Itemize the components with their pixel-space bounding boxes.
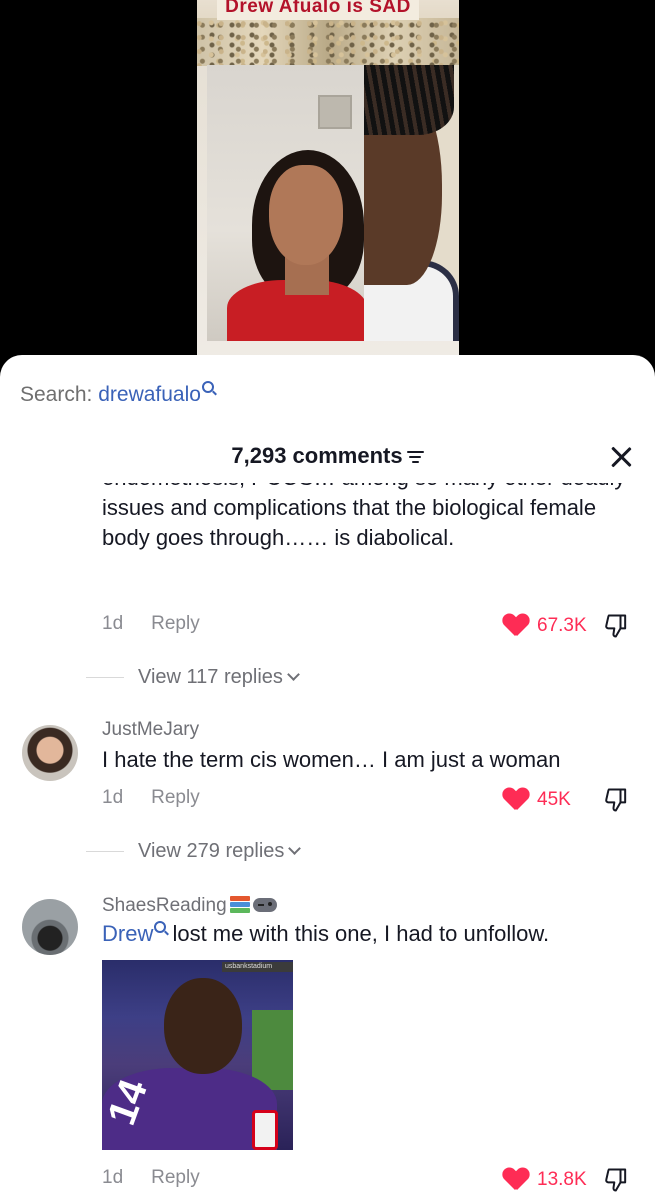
like-count: 67.3K <box>537 615 587 636</box>
comment-text: endometriosis, PCOS… among so many other… <box>102 483 625 550</box>
video-frame: Drew Afualo is SAD <box>197 0 459 380</box>
like-heart-icon[interactable] <box>503 788 529 812</box>
comments-sheet: Search: drewafualo 7,293 comments endome… <box>0 355 655 1200</box>
chevron-down-icon <box>288 842 302 855</box>
dislike-icon[interactable] <box>603 1166 631 1194</box>
mention-link[interactable]: Drew <box>102 921 153 946</box>
view-replies-button[interactable]: View 117 replies <box>86 666 300 689</box>
like-count: 45K <box>537 789 571 810</box>
sort-filter-icon[interactable] <box>406 450 424 464</box>
reply-button[interactable]: Reply <box>151 787 200 808</box>
video-right-camera <box>364 65 459 341</box>
video-title-overlay: Drew Afualo is SAD <box>217 0 419 20</box>
books-emoji-icon <box>229 896 251 914</box>
chevron-down-icon <box>287 668 300 681</box>
comment-username[interactable]: ShaesReading <box>102 893 277 917</box>
comment-age: 1d <box>102 613 124 634</box>
video-player[interactable]: Drew Afualo is SAD <box>0 0 655 380</box>
avatar[interactable] <box>22 725 78 781</box>
close-icon[interactable] <box>610 446 632 468</box>
stadium-banner: usbankstadium <box>222 962 293 972</box>
comment-image-attachment[interactable]: usbankstadium 14 <box>102 960 293 1150</box>
video-glitter-banner <box>197 18 459 66</box>
view-replies-button[interactable]: View 279 replies <box>86 840 302 863</box>
comment-meta: 1d Reply <box>102 1167 200 1189</box>
microphone <box>252 1110 278 1150</box>
search-icon <box>154 921 167 933</box>
like-heart-icon[interactable] <box>503 614 529 638</box>
comments-count: 7,293 comments <box>231 443 403 468</box>
comment-meta: 1d Reply <box>102 613 200 635</box>
game-controller-emoji-icon <box>252 898 277 912</box>
comment-list[interactable]: endometriosis, PCOS… among so many other… <box>0 483 655 1200</box>
comment-age: 1d <box>102 1167 124 1188</box>
comments-header: 7,293 comments <box>0 443 655 473</box>
dislike-icon[interactable] <box>603 786 631 814</box>
comment-meta: 1d Reply <box>102 787 200 809</box>
reply-button[interactable]: Reply <box>151 1167 200 1188</box>
dislike-icon[interactable] <box>603 612 631 640</box>
like-count: 13.8K <box>537 1169 587 1190</box>
search-icon <box>201 381 214 393</box>
comment-likes: 67.3K <box>503 611 631 641</box>
like-heart-icon[interactable] <box>503 1168 529 1192</box>
comment-likes: 13.8K <box>503 1165 631 1195</box>
comment-text: I hate the term cis women… I am just a w… <box>102 747 561 772</box>
search-prefix: Search: <box>20 383 93 406</box>
comment-username[interactable]: JustMeJary <box>102 719 199 741</box>
search-term[interactable]: drewafualo <box>98 383 201 406</box>
search-suggestion[interactable]: Search: drewafualo <box>20 381 214 407</box>
reply-button[interactable]: Reply <box>151 613 200 634</box>
comment-age: 1d <box>102 787 124 808</box>
avatar[interactable] <box>22 899 78 955</box>
comment-text: Drew lost me with this one, I had to unf… <box>102 921 550 946</box>
video-left-camera <box>207 65 364 341</box>
comment-likes: 45K <box>503 785 631 815</box>
